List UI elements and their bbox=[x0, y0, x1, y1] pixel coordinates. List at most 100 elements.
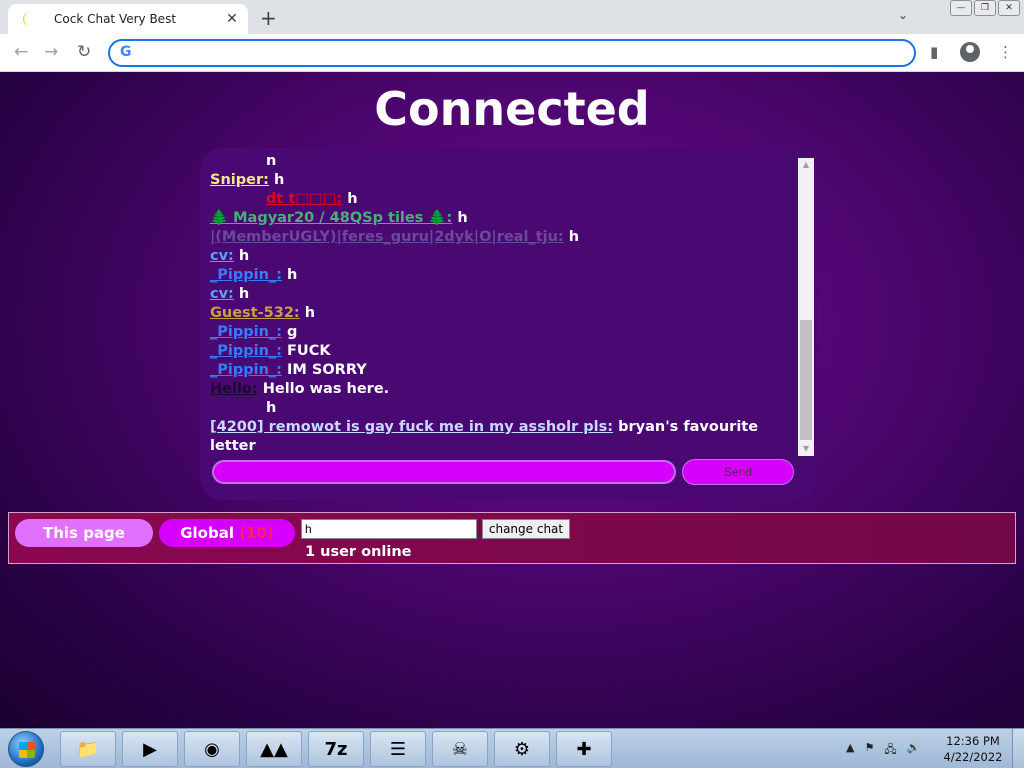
moon-icon bbox=[23, 12, 30, 26]
chat-message: n bbox=[210, 152, 796, 171]
message-username[interactable]: cv: bbox=[210, 286, 234, 302]
tab-title: Cock Chat Very Best bbox=[54, 12, 177, 26]
taskbar-app-icon[interactable]: ⚙ bbox=[494, 731, 550, 767]
taskbar-app-icon[interactable]: ✚ bbox=[556, 731, 612, 767]
message-username[interactable]: _Pippin_: bbox=[210, 343, 282, 359]
chat-message: _Pippin_: FUCK bbox=[210, 342, 796, 361]
browser-toolbar: ← → ↻ G ▮ ⋮ bbox=[0, 34, 1024, 72]
message-username[interactable]: _Pippin_: bbox=[210, 362, 282, 378]
message-text: n bbox=[266, 153, 277, 169]
maximize-button[interactable]: ❐ bbox=[974, 0, 996, 16]
message-username[interactable]: Hello: bbox=[210, 381, 258, 397]
message-text: FUCK bbox=[287, 343, 331, 359]
online-count: 1 user online bbox=[305, 544, 412, 560]
new-tab-button[interactable]: + bbox=[260, 6, 277, 30]
taskbar-app-icon[interactable]: ▲▲ bbox=[246, 731, 302, 767]
message-username[interactable]: cv: bbox=[210, 248, 234, 264]
message-text: Hello was here. bbox=[262, 381, 390, 397]
global-button[interactable]: Global (10) bbox=[159, 519, 295, 547]
forward-arrow-icon[interactable]: → bbox=[44, 42, 58, 62]
message-input[interactable] bbox=[212, 460, 676, 484]
taskbar-app-icon[interactable]: ◉ bbox=[184, 731, 240, 767]
message-text: h bbox=[568, 229, 580, 245]
tab-search-icon[interactable]: ⌄ bbox=[898, 8, 908, 22]
chat-message: _Pippin_: IM SORRY bbox=[210, 361, 796, 380]
minimize-button[interactable]: — bbox=[950, 0, 972, 16]
scroll-down-icon[interactable]: ▼ bbox=[798, 442, 814, 456]
system-tray: ▲ ⚑ 🖧 🔊 bbox=[846, 741, 920, 760]
message-username[interactable]: [4200] remowot is gay fuck me in my assh… bbox=[210, 419, 613, 435]
message-username[interactable]: 🌲 Magyar20 / 48QSp tiles 🌲: bbox=[210, 210, 452, 226]
chat-message: 🌲 Magyar20 / 48QSp tiles 🌲: h bbox=[210, 209, 796, 228]
tray-icon[interactable]: 🖧 bbox=[884, 741, 896, 760]
message-text: h bbox=[238, 286, 250, 302]
send-button[interactable]: Send bbox=[682, 459, 794, 485]
message-list[interactable]: n Sniper: h dt t□□□: h 🌲 Magyar20 / 48QSp t… bbox=[210, 152, 796, 450]
window-controls: — ❐ ✕ bbox=[950, 0, 1020, 16]
google-icon: G bbox=[120, 44, 132, 60]
address-input[interactable] bbox=[142, 44, 902, 62]
page-title: Connected bbox=[374, 82, 650, 136]
tray-icon[interactable]: ⚑ bbox=[864, 741, 874, 760]
side-panel-icon[interactable]: ▮ bbox=[930, 43, 938, 61]
profile-avatar[interactable] bbox=[960, 42, 980, 62]
global-count-badge: (10) bbox=[239, 524, 274, 542]
close-window-button[interactable]: ✕ bbox=[998, 0, 1020, 16]
chat-controls-bar: This page Global (10) change chat 1 user… bbox=[8, 512, 1016, 564]
chat-message: h bbox=[210, 399, 796, 418]
chat-message: _Pippin_: g bbox=[210, 323, 796, 342]
message-text: h bbox=[273, 172, 285, 188]
chat-message: cv: h bbox=[210, 285, 796, 304]
global-label: Global bbox=[180, 524, 234, 542]
chat-message: Sniper: h bbox=[210, 171, 796, 190]
chat-message: _Pippin_: h bbox=[210, 266, 796, 285]
chat-message: |(MemberUGLY)|feres_guru|2dyk|O|real_tju… bbox=[210, 228, 796, 247]
taskbar: 📁 ▶ ◉ ▲▲ 7z ☰ ☠ ⚙ ✚ ▲ ⚑ 🖧 🔊 12:36 PM 4/22/2022 bbox=[0, 728, 1024, 768]
taskbar-app-icon[interactable]: ☠ bbox=[432, 731, 488, 767]
chat-message: [4200] remowot is gay fuck me in my assh… bbox=[210, 418, 796, 450]
clock-time: 12:36 PM bbox=[946, 734, 1000, 748]
chat-message: cv: h bbox=[210, 247, 796, 266]
address-bar[interactable]: G bbox=[108, 39, 916, 67]
scrollbar[interactable]: ▲ ▼ bbox=[798, 158, 814, 456]
browser-tab[interactable]: Cock Chat Very Best ✕ bbox=[8, 4, 248, 34]
message-username[interactable]: Guest-532: bbox=[210, 305, 300, 321]
tray-icon[interactable]: 🔊 bbox=[907, 741, 921, 760]
reload-icon[interactable]: ↻ bbox=[77, 42, 91, 62]
message-username[interactable]: Sniper: bbox=[210, 172, 269, 188]
scroll-thumb[interactable] bbox=[800, 320, 812, 440]
clock[interactable]: 12:36 PM 4/22/2022 bbox=[940, 733, 1006, 765]
tray-icon[interactable]: ▲ bbox=[846, 741, 854, 760]
this-page-button[interactable]: This page bbox=[15, 519, 153, 547]
scroll-up-icon[interactable]: ▲ bbox=[798, 158, 814, 172]
back-arrow-icon[interactable]: ← bbox=[14, 42, 28, 62]
menu-icon[interactable]: ⋮ bbox=[998, 43, 1013, 61]
taskbar-app-icon[interactable]: 7z bbox=[308, 731, 364, 767]
change-chat-button[interactable]: change chat bbox=[482, 519, 570, 539]
taskbar-app-icon[interactable]: ▶ bbox=[122, 731, 178, 767]
message-text: IM SORRY bbox=[287, 362, 367, 378]
taskbar-app-icon[interactable]: 📁 bbox=[60, 731, 116, 767]
message-text: h bbox=[287, 267, 298, 283]
show-desktop-button[interactable] bbox=[1012, 729, 1024, 768]
message-text: h bbox=[304, 305, 316, 321]
chat-message: dt t□□□: h bbox=[210, 190, 796, 209]
message-username[interactable]: |(MemberUGLY)|feres_guru|2dyk|O|real_tju… bbox=[210, 229, 564, 245]
message-username[interactable]: dt t□□□: bbox=[266, 191, 342, 207]
clock-date: 4/22/2022 bbox=[943, 750, 1003, 764]
message-username[interactable]: _Pippin_: bbox=[210, 267, 282, 283]
message-text: h bbox=[457, 210, 468, 226]
start-button[interactable] bbox=[8, 731, 44, 767]
page-body: Connected n Sniper: h dt t□□□: h 🌲 Magyar20… bbox=[0, 72, 1024, 728]
message-text: g bbox=[287, 324, 298, 340]
taskbar-app-icon[interactable]: ☰ bbox=[370, 731, 426, 767]
chat-message: Hello: Hello was here. bbox=[210, 380, 796, 399]
message-username[interactable]: _Pippin_: bbox=[210, 324, 282, 340]
message-text: h bbox=[238, 248, 250, 264]
chat-name-input[interactable] bbox=[301, 519, 477, 539]
tab-close-icon[interactable]: ✕ bbox=[224, 11, 240, 27]
browser-tab-strip: Cock Chat Very Best ✕ + ⌄ — ❐ ✕ bbox=[0, 0, 1024, 34]
message-text: h bbox=[266, 400, 277, 416]
chat-message: Guest-532: h bbox=[210, 304, 796, 323]
message-text: h bbox=[347, 191, 358, 207]
